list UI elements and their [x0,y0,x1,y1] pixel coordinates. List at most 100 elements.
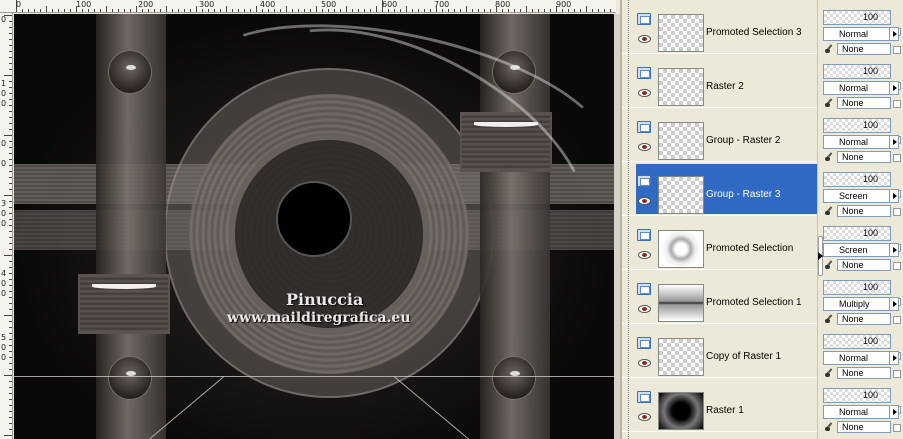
layer-name[interactable]: Promoted Selection 3 [706,27,802,38]
visibility-eye-icon[interactable] [638,251,651,259]
dropdown-arrow-icon[interactable] [889,81,899,95]
layer-type-icon[interactable] [637,13,651,25]
layer-type-icon[interactable] [637,391,651,403]
blend-mode-select[interactable]: Normal [823,405,891,419]
opacity-slider[interactable]: 100 [823,388,891,403]
plate-slot [92,284,156,289]
visibility-eye-icon[interactable] [638,35,651,43]
layer-row[interactable]: Promoted Selection [622,216,817,270]
mask-field[interactable]: None [837,421,891,433]
ruler-tick [9,129,12,130]
layer-row[interactable]: Promoted Selection 3 [622,0,817,54]
layer-name[interactable]: Group - Raster 2 [706,135,780,146]
layer-name[interactable]: Promoted Selection 1 [706,297,802,308]
ruler-tick [9,99,12,100]
layer-row[interactable]: Copy of Raster 1 [622,324,817,378]
blend-mode-select[interactable]: Normal [823,27,891,41]
opacity-slider[interactable]: 100 [823,64,891,79]
blend-mode-select[interactable]: Multiply [823,297,891,311]
layer-name[interactable]: Raster 2 [706,81,744,92]
ruler-tick [9,147,12,148]
layer-type-icon[interactable] [637,229,651,241]
image-canvas[interactable]: Pinuccia www.maildiregrafica.eu [14,14,614,439]
layer-row[interactable]: Raster 1 [622,378,817,432]
ruler-tick [4,15,12,16]
ruler-tick [9,423,12,424]
layer-name[interactable]: Copy of Raster 1 [706,351,781,362]
mask-value: None [842,152,864,162]
ruler-tick [4,315,12,316]
ruler-tick [9,399,12,400]
mask-toggle-button[interactable] [893,316,901,324]
layer-row[interactable]: Raster 2 [622,54,817,108]
mask-toggle-button[interactable] [893,424,901,432]
visibility-eye-icon[interactable] [638,197,651,205]
ruler-top-label: 500 [321,0,337,9]
dropdown-arrow-icon[interactable] [889,27,899,41]
opacity-slider[interactable]: 100 [823,226,891,241]
blend-mode-select[interactable]: Normal [823,81,891,95]
opacity-slider[interactable]: 100 [823,118,891,133]
mask-toggle-button[interactable] [893,46,901,54]
ruler-tick [598,9,599,12]
ruler-left-label: 0 [1,99,7,108]
dropdown-arrow-icon[interactable] [889,297,899,311]
ruler-tick [142,9,143,12]
opacity-slider[interactable]: 100 [823,172,891,187]
visibility-eye-icon[interactable] [638,413,651,421]
ruler-tick [346,6,347,12]
opacity-value: 100 [862,120,878,130]
layer-type-icon[interactable] [637,175,651,187]
dropdown-arrow-icon[interactable] [889,243,899,257]
ruler-tick [208,9,209,12]
visibility-eye-icon[interactable] [638,89,651,97]
dropdown-arrow-icon[interactable] [889,405,899,419]
layer-type-icon[interactable] [637,121,651,133]
ruler-tick [9,369,12,370]
ruler-tick [9,165,12,166]
ruler-tick [9,201,12,202]
layer-thumbnail [658,176,704,214]
ruler-tick [9,363,12,364]
ruler-left-label: 0 [1,353,7,362]
opacity-slider[interactable]: 100 [823,334,891,349]
dropdown-arrow-icon[interactable] [889,135,899,149]
ruler-tick [9,63,12,64]
layer-type-icon[interactable] [637,283,651,295]
layer-type-icon[interactable] [637,67,651,79]
dropdown-arrow-icon[interactable] [889,189,899,203]
floor-line [14,376,614,377]
layer-type-icon[interactable] [637,337,651,349]
brush-icon [825,260,835,269]
mask-toggle-button[interactable] [893,370,901,378]
layer-properties-row: 100 Screen None [823,216,903,271]
visibility-eye-icon[interactable] [638,359,651,367]
mask-toggle-button[interactable] [893,208,901,216]
blend-mode-select[interactable]: Normal [823,135,891,149]
ruler-tick [9,351,12,352]
layer-name[interactable]: Group - Raster 3 [706,189,780,200]
ruler-tick [286,6,287,12]
layer-row[interactable]: Group - Raster 2 [622,108,817,162]
blend-mode-select[interactable]: Screen [823,189,891,203]
layer-row[interactable]: Group - Raster 3 [622,162,817,216]
layer-name[interactable]: Promoted Selection [706,243,793,254]
mask-toggle-button[interactable] [893,154,901,162]
dropdown-arrow-icon[interactable] [889,351,899,365]
ruler-tick [9,189,12,190]
mask-toggle-button[interactable] [893,100,901,108]
blend-mode-select[interactable]: Normal [823,351,891,365]
opacity-slider[interactable]: 100 [823,10,891,25]
opacity-slider[interactable]: 100 [823,280,891,295]
ruler-tick [160,9,161,12]
layer-row[interactable]: Promoted Selection 1 [622,270,817,324]
ruler-top-label: 800 [495,0,511,9]
visibility-eye-icon[interactable] [638,305,651,313]
mask-toggle-button[interactable] [893,262,901,270]
visibility-eye-icon[interactable] [638,143,651,151]
bolt-ornament [108,50,152,94]
ruler-tick [202,9,203,12]
layer-name[interactable]: Raster 1 [706,405,744,416]
blend-mode-select[interactable]: Screen [823,243,891,257]
ruler-tick [280,9,281,12]
